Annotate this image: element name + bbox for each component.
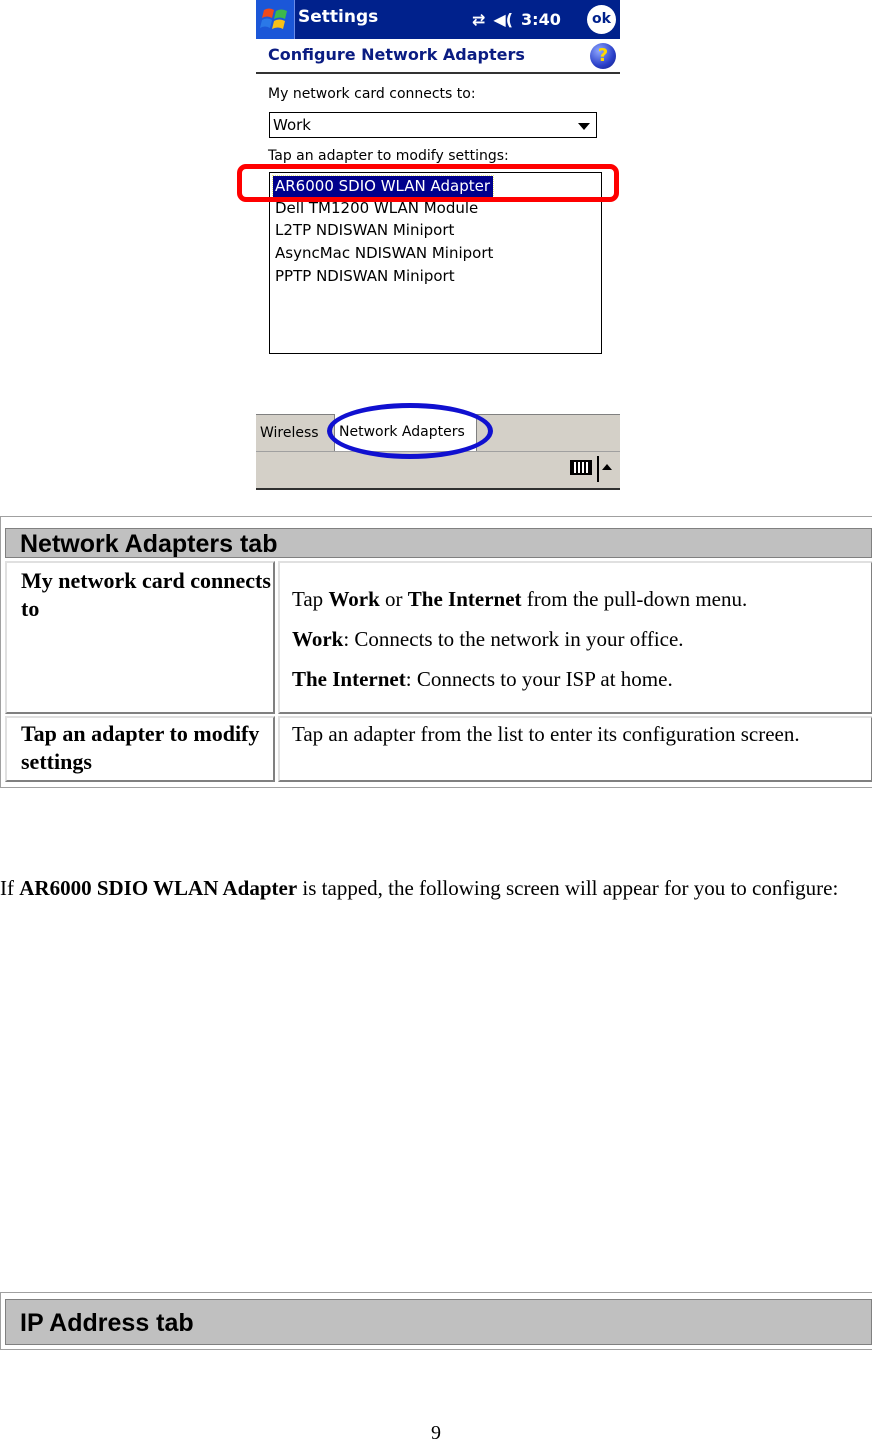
tab-highlight-annotation [327, 403, 493, 459]
sip-divider [597, 456, 599, 482]
ok-button[interactable]: ok [587, 5, 616, 34]
adapter-item[interactable]: L2TP NDISWAN Miniport [275, 220, 454, 241]
adapter-highlight-annotation [237, 164, 619, 202]
chevron-down-icon [578, 123, 590, 130]
description-text: Tap [292, 587, 329, 611]
section-header: Network Adapters tab [5, 528, 872, 558]
description-line: Work: Connects to the network in your of… [292, 625, 871, 653]
description-text: : Connects to the network in your office… [343, 627, 684, 651]
paragraph-adapter-name: AR6000 SDIO WLAN Adapter [19, 876, 298, 900]
description-line: Tap an adapter from the list to enter it… [292, 720, 811, 748]
description-text: : Connects to your ISP at home. [405, 667, 673, 691]
windows-flag-icon [260, 8, 287, 29]
row-description: Tap an adapter from the list to enter it… [278, 716, 872, 782]
bold-term: The Internet [292, 667, 406, 691]
row-description: Tap Work or The Internet from the pull-d… [278, 561, 872, 714]
title-bar: Settings ⇄ ◀( 3:40 ok [256, 0, 620, 39]
network-adapters-table: Network Adapters tab My network card con… [0, 516, 872, 788]
adapter-item[interactable]: AsyncMac NDISWAN Miniport [275, 243, 493, 264]
row-label: My network card connects to [5, 561, 275, 714]
keyboard-icon[interactable] [570, 460, 592, 475]
connectivity-arrows-icon[interactable]: ⇄ [472, 10, 485, 29]
app-title: Settings [298, 7, 379, 27]
adapter-item[interactable]: PPTP NDISWAN Miniport [275, 266, 455, 287]
section-header: IP Address tab [5, 1299, 872, 1345]
header-divider [256, 72, 620, 74]
help-icon[interactable]: ? [590, 43, 616, 69]
connects-to-label: My network card connects to: [268, 86, 476, 102]
connects-to-dropdown[interactable]: Work [269, 112, 597, 138]
adapter-list-label: Tap an adapter to modify settings: [268, 148, 509, 164]
page-number: 9 [431, 1422, 441, 1444]
status-icons: ⇄ ◀( 3:40 [472, 6, 561, 32]
chevron-up-icon[interactable] [602, 464, 612, 470]
row-label: Tap an adapter to modify settings [5, 716, 275, 782]
pda-screenshot: Settings ⇄ ◀( 3:40 ok Configure Network … [237, 0, 620, 490]
bold-term: Work [328, 587, 380, 611]
description-line: The Internet: Connects to your ISP at ho… [292, 665, 871, 693]
bold-term: The Internet [407, 587, 522, 611]
page-title: Configure Network Adapters [268, 45, 525, 64]
tab-wireless[interactable]: Wireless [260, 415, 319, 450]
description-line: Tap Work or The Internet from the pull-d… [292, 585, 871, 613]
body-paragraph: If AR6000 SDIO WLAN Adapter is tapped, t… [0, 874, 872, 903]
description-text: or [379, 587, 408, 611]
dropdown-selected-value: Work [273, 116, 311, 134]
paragraph-prefix: If [0, 876, 20, 900]
start-button[interactable] [256, 0, 295, 39]
description-text: Tap an adapter from the list to enter it… [292, 722, 800, 746]
speaker-icon[interactable]: ◀( [493, 10, 513, 29]
bold-term: Work [292, 627, 344, 651]
description-text: from the pull-down menu. [521, 587, 748, 611]
paragraph-suffix: is tapped, the following screen will app… [297, 876, 839, 900]
ip-address-table: IP Address tab [0, 1292, 872, 1350]
clock-time[interactable]: 3:40 [521, 10, 561, 29]
